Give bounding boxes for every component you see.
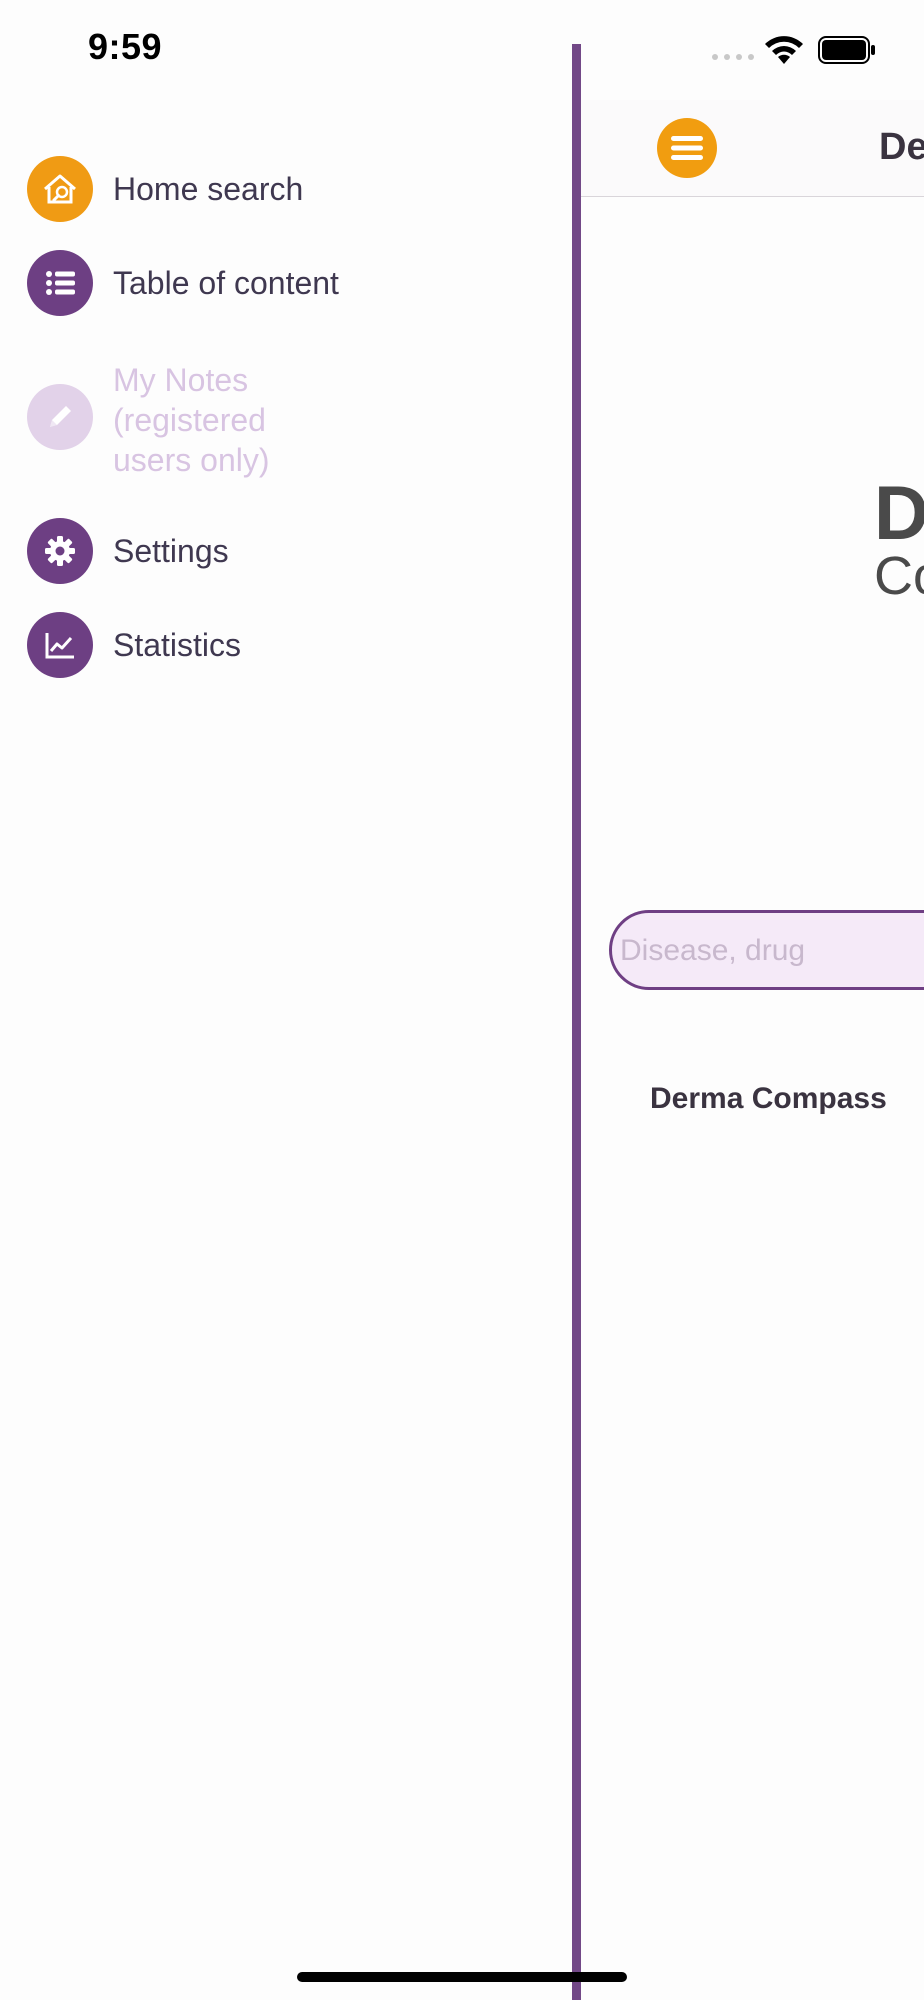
drawer-item-label: Settings (113, 533, 229, 569)
drawer-edge-divider (572, 44, 581, 2000)
menu-button[interactable] (657, 118, 717, 178)
pencil-icon (27, 384, 93, 450)
drawer-item-my-notes: My Notes (registered users only) (27, 362, 270, 480)
chart-icon (27, 612, 93, 678)
drawer-item-label: Table of content (113, 265, 339, 301)
app-header: De (581, 100, 924, 197)
app-logo-text: D (874, 471, 924, 556)
list-icon (27, 250, 93, 316)
drawer-item-home-search[interactable]: Home search (27, 156, 303, 222)
app-logo-subtext: Co (874, 546, 924, 606)
drawer-item-table-of-content[interactable]: Table of content (27, 250, 339, 316)
drawer-item-statistics[interactable]: Statistics (27, 612, 241, 678)
side-drawer: Home search Table of content My Notes (r… (0, 0, 570, 2000)
drawer-item-label: My Notes (registered users only) (113, 362, 270, 478)
hamburger-icon (671, 136, 703, 160)
search-field[interactable] (609, 910, 924, 990)
page-title: De (879, 126, 924, 168)
drawer-item-settings[interactable]: Settings (27, 518, 229, 584)
search-input[interactable] (618, 927, 924, 975)
home-indicator[interactable] (297, 1972, 627, 1982)
home-search-icon (27, 156, 93, 222)
drawer-item-label: Home search (113, 171, 304, 207)
drawer-item-label: Statistics (113, 627, 242, 663)
gear-icon (27, 518, 93, 584)
brand-line: Derma Compass (650, 1082, 887, 1115)
main-screen[interactable]: De D Co Derma Compass (581, 0, 924, 2000)
